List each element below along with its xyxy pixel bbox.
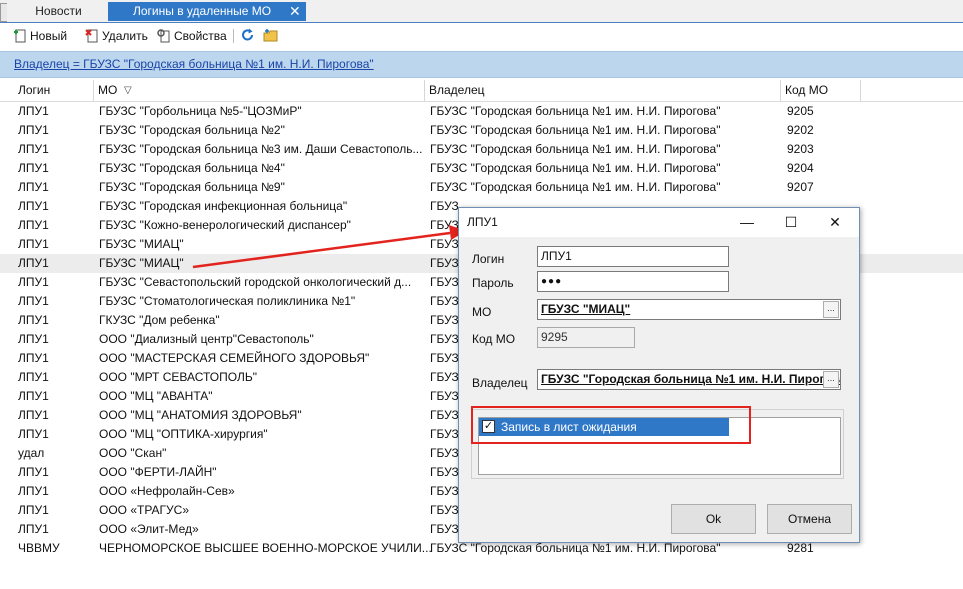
owner-browse-button[interactable]: ... [823,371,839,388]
login-field[interactable]: ЛПУ1 [537,246,729,267]
edit-login-dialog: ЛПУ1 — ☐ ✕ Логин ЛПУ1 Пароль ●●● МО ГБУЗ… [458,207,860,543]
owner-label: Владелец [472,376,528,390]
cancel-button[interactable]: Отмена [767,504,852,534]
close-icon[interactable]: ✕ [813,208,857,237]
ok-button[interactable]: Ok [671,504,756,534]
password-label: Пароль [472,276,514,290]
kod-label: Код МО [472,332,516,346]
owner-field[interactable]: ГБУЗС "Городская больница №1 им. Н.И. Пи… [537,369,841,390]
dialog-title: ЛПУ1 [467,215,498,229]
password-field[interactable]: ●●● [537,271,729,292]
maximize-icon[interactable]: ☐ [769,208,813,237]
login-label: Логин [472,252,505,266]
mo-browse-button[interactable]: ... [823,301,839,318]
minimize-icon[interactable]: — [725,208,769,237]
kod-field: 9295 [537,327,635,348]
mo-label: МО [472,305,492,319]
annotation-highlight-box [471,406,751,444]
mo-field[interactable]: ГБУЗС "МИАЦ" [537,299,841,320]
dialog-titlebar: ЛПУ1 — ☐ ✕ [459,208,859,237]
